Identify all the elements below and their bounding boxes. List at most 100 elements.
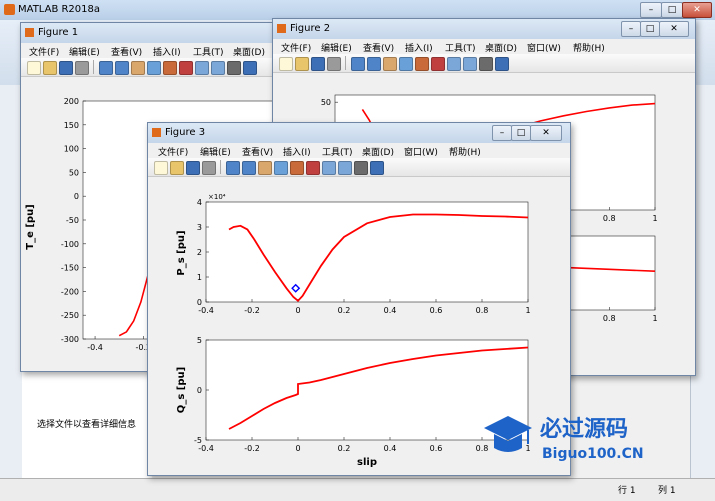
zoom-in-icon[interactable]	[226, 161, 240, 175]
rotate-icon[interactable]	[399, 57, 413, 71]
menu-tools[interactable]: 工具(T)	[322, 145, 353, 158]
figure-1-title-bar[interactable]: Figure 1	[21, 23, 276, 43]
open-icon[interactable]	[43, 61, 57, 75]
menu-insert[interactable]: 插入(I)	[283, 145, 311, 158]
menu-window[interactable]: 窗口(W)	[404, 145, 438, 158]
menu-insert[interactable]: 插入(I)	[153, 45, 181, 58]
legend-icon[interactable]	[227, 61, 241, 75]
pan-icon[interactable]	[383, 57, 397, 71]
figure-icon	[277, 24, 286, 33]
x-tick-label: 0.6	[430, 306, 443, 315]
x-tick-label: 0.2	[338, 444, 351, 453]
menu-help[interactable]: 帮助(H)	[449, 145, 481, 158]
exponent-label: ×10⁴	[208, 193, 226, 201]
rotate-icon[interactable]	[147, 61, 161, 75]
menu-view[interactable]: 查看(V)	[111, 45, 142, 58]
open-icon[interactable]	[170, 161, 184, 175]
menu-desktop[interactable]: 桌面(D)	[362, 145, 394, 158]
menu-desktop[interactable]: 桌面(D)	[233, 45, 265, 58]
zoom-out-icon[interactable]	[115, 61, 129, 75]
zoom-out-icon[interactable]	[367, 57, 381, 71]
data-cursor-icon[interactable]	[163, 61, 177, 75]
figure-2-title: Figure 2	[290, 23, 331, 34]
close-button[interactable]: ✕	[682, 2, 712, 18]
menu-edit[interactable]: 编辑(E)	[321, 41, 352, 54]
x-tick-label: -0.2	[244, 306, 260, 315]
menu-desktop[interactable]: 桌面(D)	[485, 41, 517, 54]
menu-view[interactable]: 查看(V)	[363, 41, 394, 54]
colorbar-icon[interactable]	[338, 161, 352, 175]
figure-2-toolbar	[273, 54, 695, 73]
plot-tools-icon[interactable]	[495, 57, 509, 71]
rotate-icon[interactable]	[274, 161, 288, 175]
x-tick-label: 0.8	[603, 314, 616, 323]
print-icon[interactable]	[202, 161, 216, 175]
matlab-logo-icon	[4, 4, 15, 15]
save-icon[interactable]	[311, 57, 325, 71]
figure-2-title-bar[interactable]: Figure 2 – □ ✕	[273, 19, 695, 39]
x-tick-label: -0.4	[198, 306, 214, 315]
zoom-out-icon[interactable]	[242, 161, 256, 175]
minimize-button[interactable]: –	[640, 2, 662, 18]
maximize-button[interactable]: □	[640, 21, 660, 37]
menu-file[interactable]: 文件(F)	[281, 41, 311, 54]
plot-tools-icon[interactable]	[243, 61, 257, 75]
menu-view[interactable]: 查看(V)	[242, 145, 273, 158]
plot-tools-icon[interactable]	[370, 161, 384, 175]
menu-tools[interactable]: 工具(T)	[193, 45, 224, 58]
menu-file[interactable]: 文件(F)	[29, 45, 59, 58]
x-tick-label: 0.2	[338, 306, 351, 315]
x-tick-label: -0.4	[87, 343, 103, 352]
details-hint: 选择文件以查看详细信息	[37, 420, 137, 430]
data-cursor-icon[interactable]	[415, 57, 429, 71]
new-figure-icon[interactable]	[279, 57, 293, 71]
x-tick-label: 0	[295, 306, 300, 315]
save-icon[interactable]	[186, 161, 200, 175]
brush-icon[interactable]	[431, 57, 445, 71]
menu-window[interactable]: 窗口(W)	[527, 41, 561, 54]
pan-icon[interactable]	[258, 161, 272, 175]
legend-icon[interactable]	[354, 161, 368, 175]
link-icon[interactable]	[195, 61, 209, 75]
x-tick-label: 0.8	[603, 214, 616, 223]
colorbar-icon[interactable]	[211, 61, 225, 75]
link-icon[interactable]	[322, 161, 336, 175]
legend-icon[interactable]	[479, 57, 493, 71]
brush-icon[interactable]	[306, 161, 320, 175]
new-figure-icon[interactable]	[154, 161, 168, 175]
y-tick-label: 50	[321, 98, 331, 107]
menu-insert[interactable]: 插入(I)	[405, 41, 433, 54]
menu-edit[interactable]: 编辑(E)	[200, 145, 231, 158]
zoom-in-icon[interactable]	[351, 57, 365, 71]
brush-icon[interactable]	[179, 61, 193, 75]
link-icon[interactable]	[447, 57, 461, 71]
new-figure-icon[interactable]	[27, 61, 41, 75]
zoom-in-icon[interactable]	[99, 61, 113, 75]
minimize-button[interactable]: –	[492, 125, 512, 141]
print-icon[interactable]	[75, 61, 89, 75]
main-window-title: MATLAB R2018a	[18, 4, 101, 15]
data-cursor-icon[interactable]	[290, 161, 304, 175]
row-indicator: 行 1	[618, 486, 636, 496]
ps-axis-label: P_s [pu]	[176, 230, 187, 275]
close-button[interactable]: ✕	[659, 21, 689, 37]
colorbar-icon[interactable]	[463, 57, 477, 71]
pan-icon[interactable]	[131, 61, 145, 75]
save-icon[interactable]	[59, 61, 73, 75]
figure-1-title: Figure 1	[38, 27, 79, 38]
minimize-button[interactable]: –	[621, 21, 641, 37]
menu-tools[interactable]: 工具(T)	[445, 41, 476, 54]
figure-3-menu: 文件(F) 编辑(E) 查看(V) 插入(I) 工具(T) 桌面(D) 窗口(W…	[148, 143, 570, 158]
open-icon[interactable]	[295, 57, 309, 71]
x-tick-label: -0.4	[198, 444, 214, 453]
maximize-button[interactable]: □	[511, 125, 531, 141]
menu-file[interactable]: 文件(F)	[158, 145, 188, 158]
y-tick-label: 100	[64, 145, 79, 154]
figure-3-title-bar[interactable]: Figure 3 – □ ✕	[148, 123, 570, 143]
menu-edit[interactable]: 编辑(E)	[69, 45, 100, 58]
menu-help[interactable]: 帮助(H)	[573, 41, 605, 54]
maximize-button[interactable]: □	[661, 2, 683, 18]
print-icon[interactable]	[327, 57, 341, 71]
close-button[interactable]: ✕	[530, 125, 562, 141]
figure-icon	[25, 28, 34, 37]
